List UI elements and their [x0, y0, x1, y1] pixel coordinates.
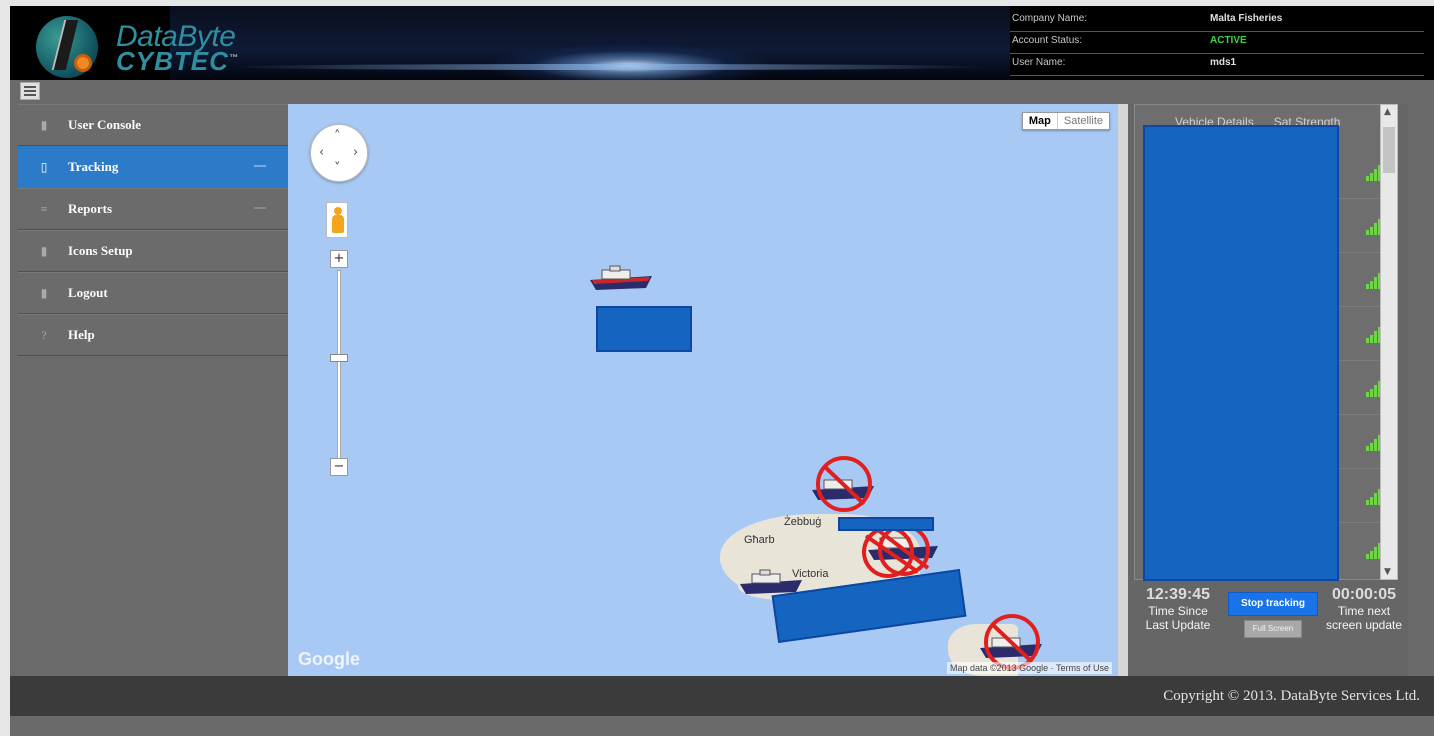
google-logo: Google	[298, 649, 360, 669]
time-since-value: 12:39:45	[1145, 586, 1211, 603]
sidebar-item-label: Reports	[68, 201, 113, 216]
zoom-slider-handle[interactable]	[330, 354, 348, 362]
pan-left-icon[interactable]: ‹	[319, 145, 324, 160]
logo: DataByte CYBTEC™	[32, 12, 272, 78]
sidebar-item-label: Logout	[68, 285, 108, 300]
time-next-value: 00:00:05	[1331, 586, 1397, 603]
map-type-satellite-button[interactable]: Satellite	[1056, 113, 1109, 129]
zoom-in-button[interactable]: +	[330, 250, 348, 268]
sidebar-item-label: User Console	[68, 117, 142, 132]
question-icon: ?	[41, 328, 47, 342]
sidebar-item-label: Icons Setup	[68, 243, 133, 258]
company-value: Malta Fisheries	[1210, 13, 1283, 24]
signal-strength-icon	[1366, 489, 1381, 505]
pan-down-icon[interactable]: ˅	[334, 161, 341, 176]
sidebar-item-user-console[interactable]: ▮ User Console	[18, 104, 288, 146]
list-icon: ≡	[40, 202, 48, 216]
time-since-label: Time Since Last Update	[1145, 604, 1211, 632]
vessel-offline-icon[interactable]	[810, 454, 878, 512]
stop-tracking-button[interactable]: Stop tracking	[1228, 592, 1318, 616]
map-label-gharb: Għarb	[744, 534, 775, 546]
map-type-map-button[interactable]: Map	[1023, 113, 1057, 129]
tracking-map[interactable]: Map Satellite ˄ ‹ › ˅ + − Żebbuġ Għarb V…	[288, 104, 1118, 676]
signal-strength-icon	[1366, 273, 1381, 289]
footer: Copyright © 2013. DataByte Services Ltd.	[10, 676, 1434, 716]
sidebar-item-label: Help	[68, 327, 95, 342]
status-value: ACTIVE	[1210, 35, 1247, 46]
zoom-slider[interactable]	[337, 270, 341, 460]
account-info: Company Name: Malta Fisheries Account Sta…	[1010, 10, 1424, 76]
sidebar-item-tracking[interactable]: ▯ Tracking	[18, 146, 288, 188]
pan-control[interactable]: ˄ ‹ › ˅	[310, 124, 368, 182]
signal-strength-icon	[1366, 165, 1381, 181]
header: DataByte CYBTEC™ Company Name: Malta Fish…	[10, 6, 1434, 80]
logo-mark	[36, 16, 98, 78]
sidebar-item-help[interactable]: ? Help	[18, 314, 288, 356]
full-screen-button[interactable]: Full Screen	[1244, 620, 1302, 638]
time-since-update: 12:39:45 Time Since Last Update	[1136, 586, 1220, 632]
scroll-down-icon[interactable]: ▼	[1384, 567, 1391, 577]
sidebar-item-icons-setup[interactable]: ▮ Icons Setup	[18, 230, 288, 272]
copyright: Copyright © 2013. DataByte Services Ltd.	[1163, 688, 1420, 704]
expand-icon	[254, 165, 266, 167]
vehicle-panel: Vehicle Details Sat Strength ▲ ▼ 12:39:45…	[1118, 104, 1408, 676]
time-next-label: Time next screen update	[1325, 604, 1403, 632]
map-attribution[interactable]: Map data ©2013 Google · Terms of Use	[946, 662, 1112, 674]
sidebar: ▮ User Console ▯ Tracking ≡ Reports ▮ Ic…	[18, 104, 288, 676]
signal-strength-icon	[1366, 381, 1381, 397]
signal-strength-icon	[1366, 543, 1381, 559]
street-view-pegman-icon[interactable]	[326, 202, 348, 238]
signal-strength-icon	[1366, 219, 1381, 235]
status-label: Account Status:	[1012, 35, 1083, 46]
map-type-control: Map Satellite	[1021, 112, 1110, 130]
brand-subname: CYBTEC™	[116, 46, 239, 76]
sidebar-item-logout[interactable]: ▮ Logout	[18, 272, 288, 314]
zoom-out-button[interactable]: −	[330, 458, 348, 476]
map-label-zebbug: Żebbuġ	[784, 516, 822, 528]
user-icon: ▮	[40, 286, 48, 300]
sidebar-item-label: Tracking	[68, 159, 119, 174]
signal-strength-icon	[1366, 435, 1381, 451]
scrollbar-thumb[interactable]	[1383, 127, 1395, 173]
user-icon: ▮	[40, 118, 48, 132]
pan-right-icon[interactable]: ›	[353, 145, 358, 160]
document-icon: ▯	[40, 160, 48, 174]
vehicle-list-scrollbar[interactable]: ▲ ▼	[1380, 104, 1398, 580]
user-value: mds1	[1210, 57, 1237, 68]
signal-strength-icon	[1366, 327, 1381, 343]
menu-toggle-icon[interactable]	[20, 82, 40, 100]
vehicle-list: Vehicle Details Sat Strength	[1134, 104, 1396, 581]
scroll-up-icon[interactable]: ▲	[1384, 107, 1391, 117]
vessel-icon[interactable]	[588, 264, 656, 292]
user-label: User Name:	[1012, 57, 1066, 68]
time-next-update: 00:00:05 Time next screen update	[1322, 586, 1406, 632]
company-label: Company Name:	[1012, 13, 1088, 24]
pan-up-icon[interactable]: ˄	[334, 129, 341, 144]
redacted-label	[596, 306, 692, 352]
expand-icon	[254, 207, 266, 209]
redacted-vehicle-names	[1143, 125, 1339, 581]
phone-icon: ▮	[40, 244, 48, 258]
redacted-label	[838, 517, 934, 531]
sidebar-item-reports[interactable]: ≡ Reports	[18, 188, 288, 230]
